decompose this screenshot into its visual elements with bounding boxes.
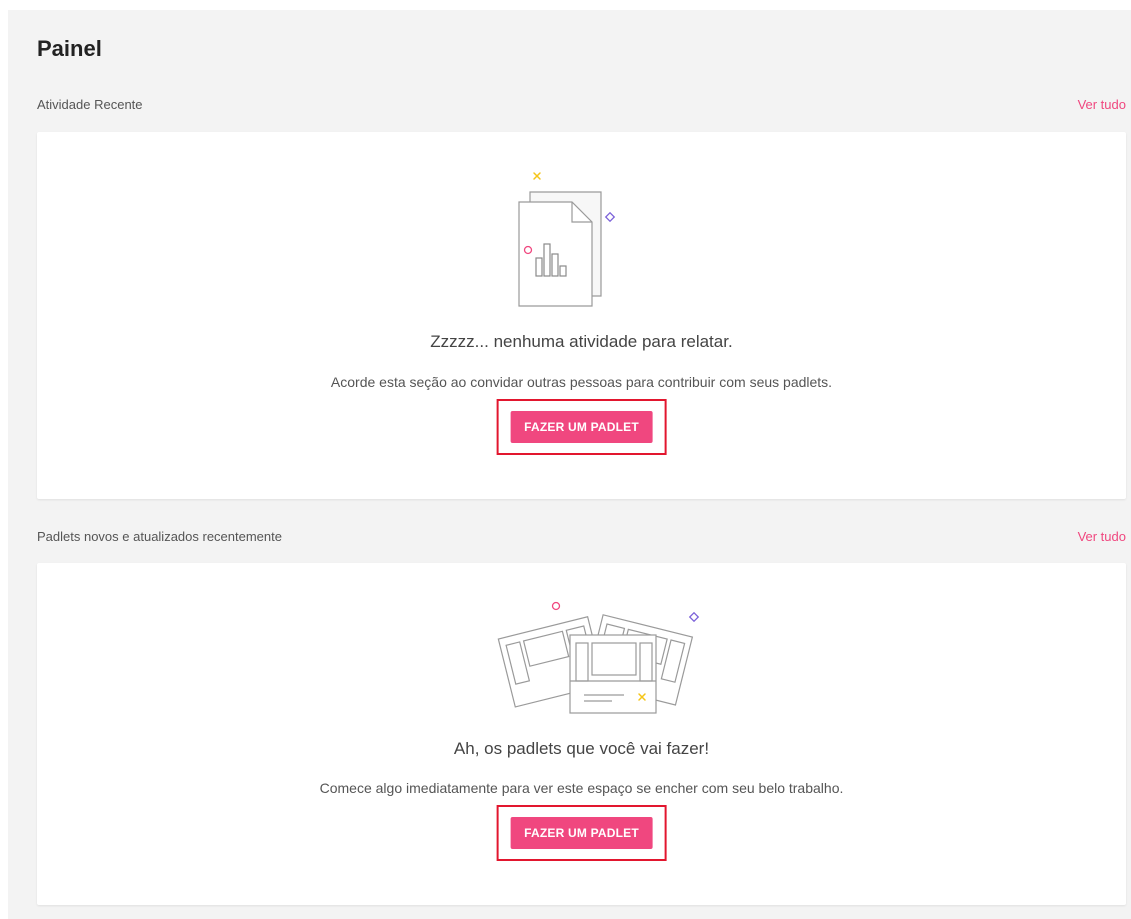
recent-activity-button-highlight: FAZER UM PADLET — [496, 399, 667, 455]
make-padlet-button[interactable]: FAZER UM PADLET — [510, 817, 653, 849]
recent-activity-empty-text: Acorde esta seção ao convidar outras pes… — [330, 374, 833, 390]
recent-activity-see-all-link[interactable]: Ver tudo — [1078, 97, 1126, 112]
recent-padlets-card: Ah, os padlets que você vai fazer! Comec… — [37, 563, 1126, 905]
recent-padlets-button-highlight: FAZER UM PADLET — [496, 805, 667, 861]
padlet-boards-icon — [462, 597, 702, 717]
recent-padlets-label: Padlets novos e atualizados recentemente — [37, 529, 282, 544]
document-chart-icon — [499, 170, 652, 310]
recent-padlets-empty-text: Comece algo imediatamente para ver este … — [319, 780, 844, 796]
pink-circle-decoration — [523, 242, 533, 260]
recent-activity-card: Zzzzz... nenhuma atividade para relatar.… — [37, 132, 1126, 499]
recent-padlets-see-all-link[interactable]: Ver tudo — [1078, 529, 1126, 544]
recent-padlets-empty-headline: Ah, os padlets que você vai fazer! — [453, 739, 710, 758]
recent-activity-empty-headline: Zzzzz... nenhuma atividade para relatar. — [430, 332, 733, 351]
page-title: Painel — [37, 36, 102, 61]
recent-activity-label: Atividade Recente — [37, 97, 143, 112]
make-padlet-button[interactable]: FAZER UM PADLET — [510, 411, 653, 443]
